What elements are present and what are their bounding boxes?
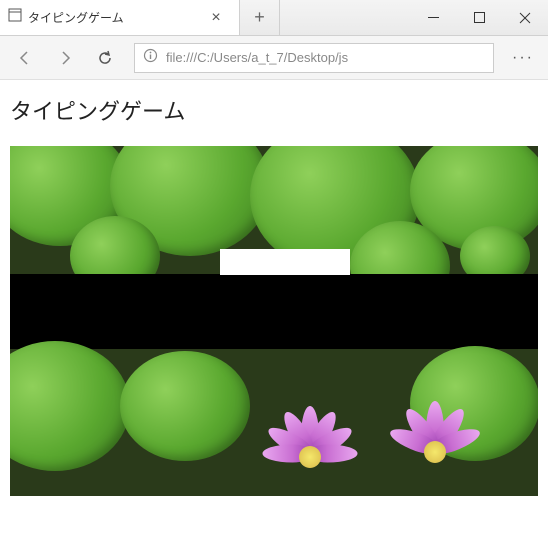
window-controls (410, 0, 548, 35)
page-content: タイピングゲーム (0, 80, 548, 510)
page-heading: タイピングゲーム (10, 94, 538, 126)
info-icon[interactable] (143, 48, 158, 68)
close-window-button[interactable] (502, 0, 548, 35)
titlebar-drag-area[interactable] (280, 0, 410, 35)
more-options-button[interactable]: ··· (504, 49, 542, 67)
forward-button[interactable] (46, 39, 84, 77)
tab-title: タイピングゲーム (28, 9, 195, 26)
window-titlebar: タイピングゲーム × + (0, 0, 548, 36)
close-tab-button[interactable]: × (201, 9, 231, 27)
minimize-button[interactable] (410, 0, 456, 35)
maximize-button[interactable] (456, 0, 502, 35)
game-canvas[interactable] (10, 146, 538, 496)
background-image-bottom (10, 351, 538, 496)
back-button[interactable] (6, 39, 44, 77)
page-icon (8, 8, 22, 27)
url-text: file:///C:/Users/a_t_7/Desktop/js (166, 50, 348, 65)
new-tab-button[interactable]: + (240, 0, 280, 35)
flower-decoration (265, 406, 355, 496)
typing-input-box[interactable] (220, 249, 350, 275)
browser-tab[interactable]: タイピングゲーム × (0, 0, 240, 35)
flower-decoration (390, 401, 480, 491)
address-bar[interactable]: file:///C:/Users/a_t_7/Desktop/js (134, 43, 494, 73)
typing-display-bar (10, 274, 538, 349)
browser-toolbar: file:///C:/Users/a_t_7/Desktop/js ··· (0, 36, 548, 80)
refresh-button[interactable] (86, 39, 124, 77)
